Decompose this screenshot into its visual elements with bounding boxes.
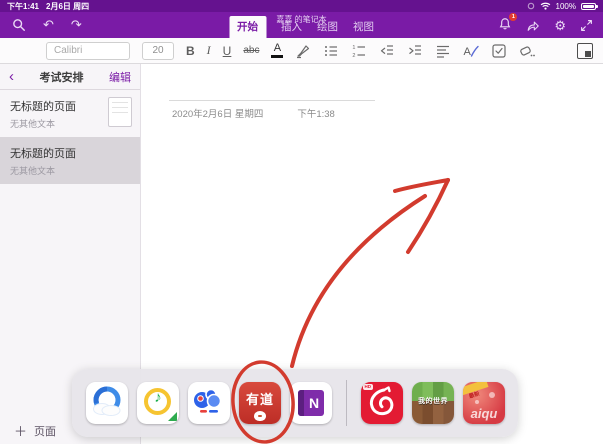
notification-badge: 1 — [509, 13, 517, 21]
bold-button[interactable]: B — [186, 44, 195, 58]
tab-home[interactable]: 开始 — [229, 16, 266, 38]
font-size-field[interactable]: 20 — [142, 42, 174, 60]
ipad-dock: ♪ 有道 N HD — [72, 369, 518, 437]
app-icon-aiqu-game[interactable]: 最新 aiqu — [463, 382, 505, 424]
music-note-icon: ♪ — [137, 389, 179, 406]
minecraft-title: 我的世界 — [412, 396, 454, 406]
add-page-button[interactable]: ＋ 页面 — [14, 423, 56, 439]
battery-icon — [581, 3, 596, 10]
svg-text:2: 2 — [353, 53, 356, 59]
status-time: 下午1:41 — [7, 1, 39, 12]
todo-tag-icon[interactable] — [491, 43, 507, 59]
page-title: 无标题的页面 — [10, 145, 130, 161]
fullscreen-icon[interactable] — [580, 19, 593, 32]
battery-percent: 100% — [556, 2, 576, 11]
page-thumbnail — [108, 97, 132, 127]
page-subtitle: 无其他文本 — [10, 164, 130, 177]
app-icon-netease-cloud-music[interactable]: HD — [361, 382, 403, 424]
page-date: 2020年2月6日 星期四 — [172, 106, 263, 120]
share-icon[interactable] — [526, 19, 540, 33]
align-icon[interactable] — [435, 43, 451, 59]
status-right: 100% — [527, 2, 596, 11]
app-icon-minecraft[interactable]: 我的世界 — [412, 382, 454, 424]
numbered-list-icon[interactable]: 1 2 — [351, 43, 367, 59]
aiqu-ribbon: 最新 — [463, 382, 488, 397]
status-left: 下午1:41 2月6日 周四 — [7, 1, 89, 12]
onenote-logo: N — [298, 390, 324, 416]
sidebar-header: ‹ 考试安排 编辑 — [0, 64, 140, 90]
edit-button[interactable]: 编辑 — [109, 69, 131, 85]
italic-button[interactable]: I — [207, 43, 211, 58]
page-list-item[interactable]: 无标题的页面 无其他文本 — [0, 90, 140, 137]
qq-music-fold — [168, 412, 177, 421]
font-color-button[interactable]: A — [271, 43, 283, 58]
dock-divider — [346, 380, 347, 426]
outdent-icon[interactable] — [379, 43, 395, 59]
title-underline — [169, 100, 375, 101]
app-icon-onenote[interactable]: N — [290, 382, 332, 424]
orientation-lock-icon — [527, 2, 535, 10]
ink-to-text-icon[interactable]: A — [463, 43, 479, 59]
font-family-field[interactable]: Calibri — [46, 42, 130, 60]
tab-view[interactable]: 视图 — [353, 19, 374, 38]
font-color-swatch — [271, 55, 283, 58]
side-note-icon[interactable] — [577, 43, 593, 59]
svg-text:A: A — [464, 46, 472, 58]
app-toolbar: ↶ ↷ 嘉嘉 的笔记本 开始 插入 绘图 视图 1 ⚙ — [0, 12, 603, 38]
toolbar-right: 1 ⚙ — [498, 17, 593, 34]
wifi-icon — [540, 2, 551, 10]
ipad-screen: 下午1:41 2月6日 周四 100% ↶ ↷ 嘉嘉 的笔记本 — [0, 0, 603, 444]
plus-icon: ＋ — [14, 425, 27, 438]
clear-formatting-icon[interactable] — [519, 43, 535, 59]
settings-gear-icon[interactable]: ⚙ — [554, 19, 566, 33]
status-bar: 下午1:41 2月6日 周四 100% — [0, 0, 603, 12]
format-toolbar: Calibri 20 B I U abc A 1 2 — [0, 38, 603, 64]
bullet-list-icon[interactable] — [323, 43, 339, 59]
aiqu-logo-text: aiqu — [463, 406, 505, 421]
underline-button[interactable]: U — [223, 44, 232, 58]
page-datetime: 2020年2月6日 星期四 下午1:38 — [172, 106, 335, 120]
notifications-bell-icon[interactable]: 1 — [498, 17, 512, 34]
app-icon-qq-music[interactable]: ♪ — [137, 382, 179, 424]
indent-icon[interactable] — [407, 43, 423, 59]
tab-insert[interactable]: 插入 — [281, 19, 302, 38]
youdao-logo-text: 有道 — [239, 389, 281, 408]
section-title: 考试安排 — [14, 69, 109, 85]
app-icon-baidu-netdisk[interactable] — [188, 382, 230, 424]
svg-text:1: 1 — [353, 45, 356, 51]
app-icon-youdao-dictionary[interactable]: 有道 — [239, 382, 281, 424]
strikethrough-button[interactable]: abc — [243, 45, 259, 56]
page-time: 下午1:38 — [297, 106, 335, 120]
app-icon-tencent-weiyun[interactable] — [86, 382, 128, 424]
tab-draw[interactable]: 绘图 — [317, 19, 338, 38]
highlighter-icon[interactable] — [295, 43, 311, 59]
ribbon-tabs: 开始 插入 绘图 视图 — [229, 16, 374, 38]
youdao-mascot — [254, 411, 266, 421]
status-date: 2月6日 周四 — [46, 1, 89, 12]
page-list-item-selected[interactable]: 无标题的页面 无其他文本 — [0, 137, 140, 184]
